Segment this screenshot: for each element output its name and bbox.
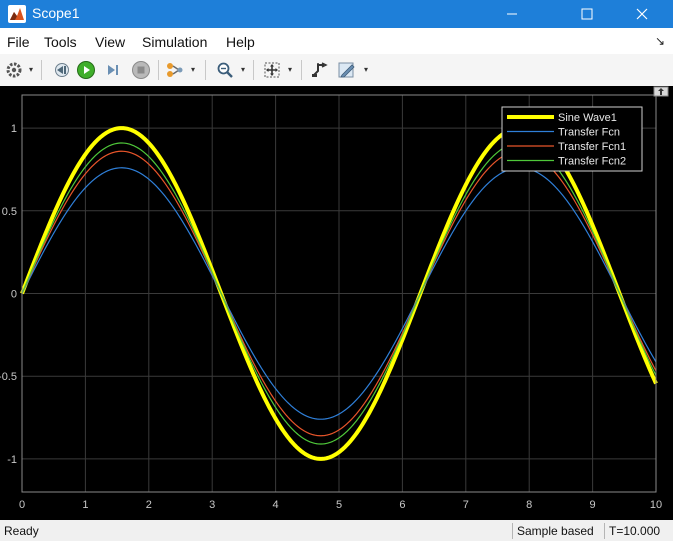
x-tick-label: 1 bbox=[82, 499, 88, 511]
legend-label: Transfer Fcn bbox=[558, 127, 620, 139]
legend-label: Transfer Fcn2 bbox=[558, 156, 626, 168]
menu-file[interactable]: File bbox=[7, 34, 30, 50]
step-forward-icon[interactable] bbox=[102, 59, 124, 81]
toolbar: ▾ ▾ ▾ ▾ ▾ bbox=[0, 54, 673, 87]
highlight-icon[interactable] bbox=[164, 59, 186, 81]
simulink-scope-icon bbox=[8, 5, 26, 23]
maximize-icon bbox=[581, 8, 593, 20]
legend-label: Transfer Fcn1 bbox=[558, 141, 626, 153]
y-tick-label: 0.5 bbox=[2, 206, 17, 218]
run-icon[interactable] bbox=[75, 59, 97, 81]
zoom-dropdown-icon[interactable]: ▾ bbox=[241, 65, 245, 74]
title-bar: Scope1 bbox=[0, 0, 673, 28]
stop-icon[interactable] bbox=[130, 59, 152, 81]
gear-dropdown-icon[interactable]: ▾ bbox=[29, 65, 33, 74]
menu-tools[interactable]: Tools bbox=[44, 34, 77, 50]
status-ready: Ready bbox=[4, 524, 39, 538]
menu-help[interactable]: Help bbox=[226, 34, 255, 50]
step-back-icon[interactable] bbox=[50, 59, 72, 81]
close-button[interactable] bbox=[619, 0, 665, 28]
menu-bar: File Tools View Simulation Help ↘ bbox=[0, 28, 673, 54]
toolbar-separator bbox=[158, 60, 159, 80]
toolbar-separator bbox=[301, 60, 302, 80]
x-tick-label: 8 bbox=[526, 499, 532, 511]
y-tick-label: 0 bbox=[11, 289, 17, 301]
toolbar-separator bbox=[41, 60, 42, 80]
close-icon bbox=[636, 8, 648, 20]
status-bar: Ready Sample based T=10.000 bbox=[0, 520, 673, 541]
y-tick-label: -1 bbox=[7, 454, 17, 466]
gear-icon[interactable] bbox=[3, 59, 25, 81]
x-tick-label: 5 bbox=[336, 499, 342, 511]
toolbar-separator bbox=[253, 60, 254, 80]
legend-label: Sine Wave1 bbox=[558, 112, 617, 124]
menu-simulation[interactable]: Simulation bbox=[142, 34, 207, 50]
window-title: Scope1 bbox=[32, 5, 80, 21]
x-tick-label: 0 bbox=[19, 499, 25, 511]
undock-icon[interactable] bbox=[653, 86, 669, 97]
edit-dropdown-icon[interactable]: ▾ bbox=[364, 65, 368, 74]
fit-dropdown-icon[interactable]: ▾ bbox=[288, 65, 292, 74]
x-tick-label: 2 bbox=[146, 499, 152, 511]
scope-display: 0 1 2 3 4 5 6 7 8 9 10 1 0.5 0 -0.5 -1 Sine Wave1 Transf… bbox=[0, 86, 673, 520]
edit-icon[interactable] bbox=[336, 59, 358, 81]
highlight-dropdown-icon[interactable]: ▾ bbox=[191, 65, 195, 74]
x-tick-label: 7 bbox=[463, 499, 469, 511]
x-tick-label: 6 bbox=[399, 499, 405, 511]
x-tick-label: 4 bbox=[273, 499, 279, 511]
fit-to-view-icon[interactable] bbox=[261, 59, 283, 81]
x-tick-label: 3 bbox=[209, 499, 215, 511]
status-sample-mode: Sample based bbox=[512, 523, 598, 539]
toolbar-separator bbox=[205, 60, 206, 80]
menu-pin-icon[interactable]: ↘ bbox=[655, 34, 665, 48]
zoom-icon[interactable] bbox=[214, 59, 236, 81]
menu-view[interactable]: View bbox=[95, 34, 125, 50]
plot-legend[interactable]: Sine Wave1 Transfer Fcn Transfer Fcn1 Trans… bbox=[501, 106, 643, 172]
x-tick-label: 10 bbox=[650, 499, 662, 511]
y-tick-label: 1 bbox=[11, 123, 17, 135]
x-tick-label: 9 bbox=[590, 499, 596, 511]
status-time: T=10.000 bbox=[604, 523, 664, 539]
maximize-button[interactable] bbox=[564, 0, 610, 28]
scope-plot: 0 1 2 3 4 5 6 7 8 9 10 1 0.5 0 -0.5 -1 Sine Wave1 Transf… bbox=[0, 86, 673, 520]
y-tick-label: -0.5 bbox=[0, 371, 17, 383]
minimize-icon bbox=[507, 13, 517, 15]
minimize-button[interactable] bbox=[489, 0, 535, 28]
cursor-measure-icon[interactable] bbox=[308, 59, 330, 81]
